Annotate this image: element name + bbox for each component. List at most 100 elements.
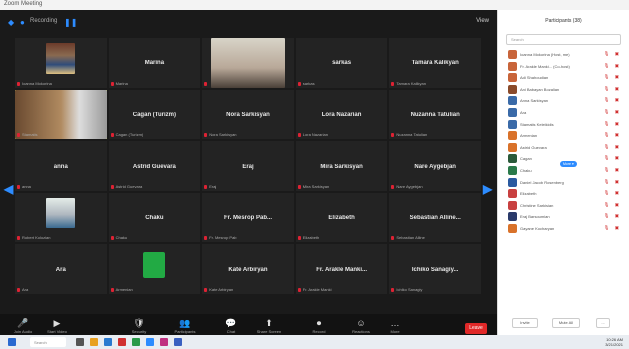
security-button[interactable]: 🛡 Security — [120, 317, 158, 334]
participant-row[interactable]: Daniel Jacob Rosenberg 🎙 ▣ — [498, 177, 629, 189]
participant-video-tile[interactable]: Stamatis — [15, 89, 107, 140]
participant-caption: Lora Nazarian — [302, 132, 328, 138]
more-button[interactable]: … More — [376, 317, 414, 334]
participant-row-name: Ioanna Mokorina (Host, me) — [520, 52, 570, 57]
participant-video-tile[interactable]: Kate Arbiryan Kate Arbiryan — [202, 244, 294, 294]
participant-caption: Ioanna Mokorina — [22, 80, 52, 86]
muted-mic-icon — [204, 236, 208, 241]
reactions-button[interactable]: ☺ Reactions — [342, 317, 380, 334]
taskbar-search-input[interactable]: Search — [30, 337, 66, 347]
participant-video-tile[interactable]: Astrid Guevara Astrid Guevara — [108, 141, 201, 191]
participant-row[interactable]: Eraj Barsoumian 🎙 ▣ — [498, 211, 629, 223]
participant-video-tile[interactable]: Nuzanna Tatulian Nuzanna Tatulian — [389, 89, 481, 140]
participant-row[interactable]: Stamatis Keleikidis 🎙 ▣ — [498, 119, 629, 131]
participant-video-tile[interactable]: Ichiko Sanagiy... Ichiko Sanagiy — [389, 244, 481, 294]
start-icon[interactable] — [8, 338, 16, 346]
participant-video-tile[interactable]: Marina Marina — [108, 38, 201, 88]
participant-caption: Robert Kolozian — [22, 235, 51, 241]
participant-row[interactable]: Christine Sarkisian 🎙 ▣ — [498, 200, 629, 212]
windows-taskbar: Search 10:26 AM 3/21/2021 — [0, 335, 629, 349]
app-icon[interactable] — [118, 338, 126, 346]
muted-mic-icon — [17, 287, 20, 292]
participant-video-tile[interactable]: Sebastian Alline... Sebastian Alline — [389, 192, 481, 243]
participant-search-input[interactable]: Search — [506, 34, 621, 45]
participant-video-tile[interactable] — [202, 38, 294, 88]
share-screen-button[interactable]: ⬆ Share Screen — [250, 317, 288, 334]
mute-all-button[interactable]: Mute All — [552, 318, 580, 328]
muted-mic-video-icon: 🎙 ▣ — [603, 120, 621, 126]
participant-video-tile[interactable]: Mira Sarkisyan Mira Sarkisyan — [295, 141, 388, 191]
toolbar-button-label: Participants — [174, 329, 196, 334]
join-audio-button[interactable]: 🎤 Join Audio — [4, 317, 42, 334]
panel-more-button[interactable]: ... — [596, 318, 610, 328]
participant-video-tile[interactable]: Fr. Arakle Manki... Fr. Arakle Manki — [295, 244, 388, 294]
participants-icon: 👥 — [179, 318, 191, 328]
participants-button[interactable]: 👥 Participants — [166, 317, 204, 334]
more-dropdown-button[interactable]: More ▾ — [560, 161, 577, 167]
start-video-button[interactable]: ▶ Start Video — [38, 317, 76, 334]
taskview-icon[interactable] — [76, 338, 84, 346]
app-icon[interactable] — [160, 338, 168, 346]
participant-caption: Marina — [115, 80, 128, 86]
participant-row[interactable]: Adi Shahoudian 🎙 ▣ — [498, 72, 629, 84]
view-button[interactable]: View — [476, 18, 489, 24]
avatar — [508, 142, 517, 152]
file-explorer-icon[interactable] — [90, 338, 98, 346]
browser-icon[interactable] — [104, 338, 112, 346]
participant-row[interactable]: Ioanna Mokorina (Host, me) 🎙 ▣ — [498, 49, 629, 61]
toolbar-button-label: Chat — [226, 329, 236, 334]
participant-row-name: Ara — [520, 109, 527, 115]
participant-video-tile[interactable]: Eraj Eraj — [202, 141, 294, 191]
participant-row[interactable]: Astrid Guevara 🎙 ▣ — [498, 142, 629, 154]
participant-row-name: Cagan — [520, 156, 532, 162]
participant-row[interactable]: Elizabeth 🎙 ▣ — [498, 188, 629, 200]
pause-icon[interactable]: ❚❚ — [64, 18, 77, 27]
participant-video-tile[interactable]: anna anna — [15, 141, 107, 191]
participant-row[interactable]: Gayane Kocharyan 🎙 ▣ — [498, 223, 629, 235]
participant-video-tile[interactable]: Elizabeth Elizabeth — [295, 192, 388, 243]
meeting-window: ◆ ● Recording ❚❚ View ◀ Ioanna Mokorina M… — [0, 10, 497, 345]
participant-video-tile[interactable]: Cagan (Turizm) Cagan (Turizm) — [108, 89, 201, 140]
participant-video-tile[interactable]: sarkas sarkas — [295, 38, 388, 88]
participant-video-tile[interactable]: Fr. Mesrop Pab... Fr. Mesrop Pab — [202, 192, 294, 243]
participant-video-tile[interactable]: Lora Nazarian Lora Nazarian — [295, 89, 388, 140]
invite-button[interactable]: Invite — [512, 318, 538, 328]
record-button[interactable]: ⏺ Record — [300, 317, 338, 334]
leave-button[interactable]: Leave — [465, 323, 487, 334]
participant-row-name: Armenian — [520, 133, 538, 139]
muted-mic-video-icon: 🎙 ▣ — [603, 85, 621, 91]
participant-name: Tamara Kalikyan — [411, 60, 459, 67]
participant-video-tile[interactable]: Chaku Chaku — [108, 192, 201, 243]
video-icon: ▶ — [53, 318, 61, 328]
participant-row[interactable]: Armenian 🎙 ▣ — [498, 130, 629, 142]
participant-video-tile[interactable]: Nora Sarkisyan Nora Sarkisyan — [202, 89, 294, 140]
app-icon[interactable] — [132, 338, 140, 346]
muted-mic-video-icon: 🎙 ▣ — [603, 74, 621, 80]
participant-video-tile[interactable]: Armenian — [108, 244, 201, 294]
avatar — [508, 96, 517, 106]
toolbar-button-label: Start Video — [47, 329, 67, 334]
participant-row[interactable]: Ani Babayan Bozalian 🎙 ▣ — [498, 84, 629, 96]
shield-icon[interactable]: ◆ — [8, 18, 14, 27]
muted-mic-icon — [17, 236, 20, 241]
muted-mic-video-icon: 🎙 ▣ — [603, 213, 621, 219]
muted-mic-icon — [391, 81, 395, 86]
word-app-icon[interactable] — [174, 338, 182, 346]
next-page-arrow[interactable]: ▶ — [483, 182, 492, 196]
participant-row[interactable]: Fr. Arakle Manki... (Co-host) 🎙 ▣ — [498, 61, 629, 73]
participant-video-tile[interactable]: Robert Kolozian — [15, 192, 107, 243]
participant-list: Ioanna Mokorina (Host, me) 🎙 ▣ Fr. Arakle … — [498, 49, 629, 235]
microphone-icon: 🎤 — [17, 318, 29, 328]
participant-row-name: Daniel Jacob Rosenberg — [520, 179, 564, 185]
participant-caption: Ichiko Sanagiy — [396, 286, 423, 292]
participant-video-tile[interactable]: Nare Aygebjan Nare Aygebjan — [389, 141, 481, 191]
participant-row[interactable]: Anna Sarkisyan 🎙 ▣ — [498, 95, 629, 107]
prev-page-arrow[interactable]: ◀ — [4, 182, 13, 196]
participant-video-tile[interactable]: Ara Ara — [15, 244, 107, 294]
participant-row[interactable]: Ara 🎙 ▣ — [498, 107, 629, 119]
shield-icon: 🛡 — [133, 318, 145, 328]
participant-video-tile[interactable]: Tamara Kalikyan Tamara Kalikyan — [389, 38, 481, 88]
chat-button[interactable]: 💬 Chat — [212, 317, 250, 334]
zoom-app-icon[interactable] — [146, 338, 154, 346]
participant-video-tile[interactable]: Ioanna Mokorina — [15, 38, 107, 88]
